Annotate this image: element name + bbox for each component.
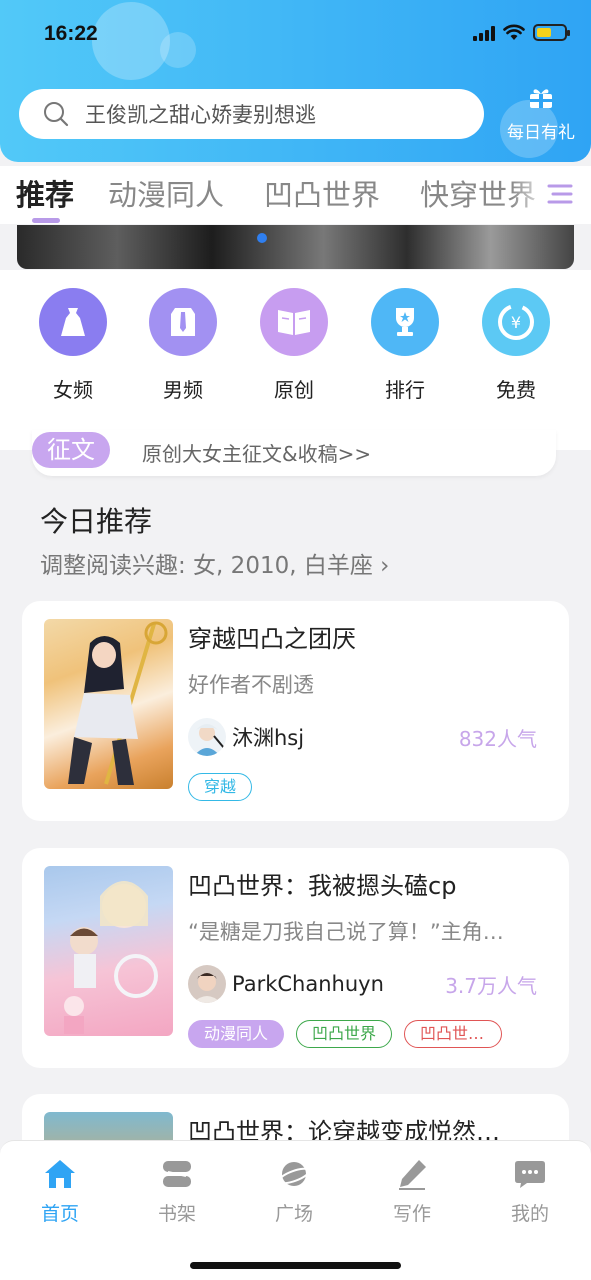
category-label: 排行 [385, 378, 425, 402]
nav-write[interactable]: 写作 [372, 1157, 452, 1226]
home-indicator[interactable] [190, 1262, 401, 1269]
category-grid: 女频 男频 原创 排行 ¥ 免费 [0, 270, 591, 450]
author-name: 沐渊hsj [232, 726, 305, 750]
gift-icon [530, 89, 552, 108]
yuan-icon: ¥ [482, 288, 550, 356]
book-description: “是糖是刀我自己说了算！”主角… [188, 920, 504, 944]
category-original[interactable]: 原创 [259, 288, 329, 403]
nav-bookshelf[interactable]: 书架 [137, 1157, 217, 1226]
header: 16:22 王俊凯之甜心娇妻别想逃 每日有礼 [0, 0, 591, 162]
book-description: 好作者不剧透 [188, 673, 314, 697]
gift-label: 每日有礼 [507, 123, 575, 143]
status-icons [473, 24, 570, 41]
nav-label: 首页 [40, 1203, 79, 1225]
tab-fade [511, 166, 551, 224]
category-label: 免费 [496, 378, 536, 402]
pencil-icon [399, 1160, 426, 1190]
tab-menu-icon[interactable] [547, 182, 573, 206]
book-tag[interactable]: 凹凸世… [404, 1020, 503, 1048]
category-label: 原创 [274, 378, 314, 402]
book-card[interactable]: 穿越凹凸之团厌 好作者不剧透 沐渊hsj 832人气 穿越 [22, 601, 569, 821]
tab-aotu-world[interactable]: 凹凸世界 [264, 172, 380, 214]
book-title: 凹凸世界：我被摁头磕cp [188, 872, 457, 900]
author-row: ParkChanhuyn [188, 964, 384, 1004]
nav-home[interactable]: 首页 [20, 1157, 100, 1226]
category-label: 男频 [163, 378, 203, 402]
bookshelf-icon [163, 1161, 191, 1187]
decorative-bubble [160, 32, 196, 68]
contest-notice[interactable]: 征文 原创大女主征文&收稿>> [32, 430, 556, 476]
author-row: 沐渊hsj [188, 717, 304, 757]
interest-settings-link[interactable]: 调整阅读兴趣: 女, 2010, 白羊座 › [40, 546, 389, 580]
book-tags: 动漫同人 凹凸世界 凹凸世… [188, 1020, 503, 1048]
wifi-icon [503, 24, 525, 40]
author-avatar [188, 965, 226, 1003]
book-icon [260, 288, 328, 356]
book-title: 穿越凹凸之团厌 [188, 625, 356, 653]
nav-profile[interactable]: 我的 [490, 1157, 570, 1226]
category-ranking[interactable]: 排行 [370, 288, 440, 403]
active-tab-indicator [32, 218, 60, 223]
book-tag[interactable]: 穿越 [188, 773, 253, 801]
suit-icon [149, 288, 217, 356]
dress-icon [39, 288, 107, 356]
search-bar[interactable]: 王俊凯之甜心娇妻别想逃 [19, 89, 484, 139]
category-label: 女频 [53, 378, 93, 402]
book-tag[interactable]: 凹凸世界 [296, 1020, 393, 1048]
author-name: ParkChanhuyn [232, 972, 384, 996]
tab-recommend[interactable]: 推荐 [16, 172, 74, 214]
search-placeholder: 王俊凯之甜心娇妻别想逃 [85, 103, 316, 127]
nav-square[interactable]: 广场 [254, 1157, 334, 1226]
category-male[interactable]: 男频 [148, 288, 218, 403]
nav-label: 我的 [510, 1203, 549, 1225]
svg-text:¥: ¥ [511, 313, 521, 332]
bottom-navigation: 首页 书架 广场 写作 我的 [0, 1140, 591, 1234]
status-time: 16:22 [44, 22, 98, 45]
daily-gift-button[interactable]: 每日有礼 [498, 86, 584, 143]
book-tags: 穿越 [188, 773, 253, 801]
category-tabs: 推荐 动漫同人 凹凸世界 快穿世界 [0, 166, 591, 224]
notice-text: 原创大女主征文&收稿>> [142, 442, 372, 466]
nav-label: 书架 [157, 1203, 196, 1225]
section-title: 今日推荐 [40, 505, 153, 538]
cellular-signal-icon [473, 25, 495, 41]
book-tag[interactable]: 动漫同人 [188, 1020, 285, 1048]
home-indicator-area [0, 1234, 591, 1280]
planet-icon [277, 1162, 311, 1186]
trophy-icon [371, 288, 439, 356]
category-free[interactable]: ¥ 免费 [481, 288, 551, 403]
popularity: 3.7万人气 [445, 974, 537, 998]
search-icon [44, 102, 69, 127]
carousel-indicator-dot [257, 233, 267, 243]
home-icon [45, 1160, 75, 1188]
book-card[interactable]: 凹凸世界：我被摁头磕cp “是糖是刀我自己说了算！”主角… ParkChanhu… [22, 848, 569, 1068]
banner-carousel[interactable] [17, 225, 574, 269]
book-cover [44, 866, 173, 1036]
nav-label: 写作 [392, 1203, 431, 1225]
decorative-bubble [92, 2, 170, 80]
nav-label: 广场 [274, 1203, 313, 1225]
battery-icon [533, 24, 570, 41]
tab-anime-fanfic[interactable]: 动漫同人 [108, 172, 224, 214]
popularity: 832人气 [458, 727, 537, 751]
chat-bubble-icon [515, 1161, 545, 1188]
category-female[interactable]: 女频 [38, 288, 108, 403]
book-cover [44, 619, 173, 789]
author-avatar [188, 718, 226, 756]
notice-tag: 征文 [32, 432, 110, 468]
